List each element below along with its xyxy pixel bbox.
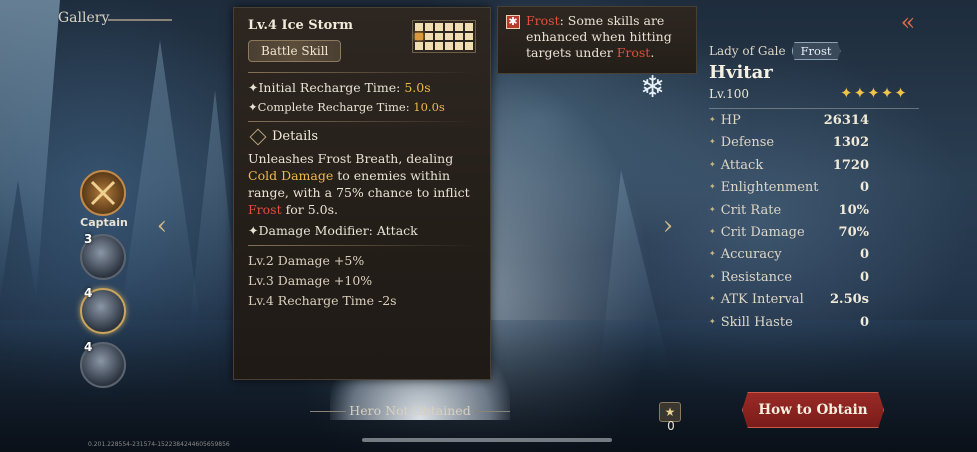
diamond-icon — [249, 128, 267, 145]
captain-label: Captain — [80, 216, 128, 229]
home-indicator[interactable] — [362, 438, 612, 442]
skill-detail-panel: Lv.4 Ice Storm Battle Skill ✦Initial Rec… — [233, 7, 491, 380]
character-count: 4 — [84, 340, 93, 354]
hero-stats: HP26314 Defense1302 Attack1720 Enlighten… — [709, 113, 869, 337]
frost-badge-icon: ✱ — [506, 15, 520, 29]
level-upgrades: Lv.2 Damage +5% Lv.3 Damage +10% Lv.4 Re… — [248, 253, 476, 308]
stat-row-crit-rate: Crit Rate10% — [709, 203, 869, 225]
divider — [248, 121, 476, 122]
character-portrait[interactable]: 3 — [80, 232, 126, 280]
rarity-stars: ✦✦✦✦✦ — [840, 84, 908, 102]
skill-type-badge: Battle Skill — [248, 40, 342, 62]
character-portrait[interactable]: 4 — [80, 340, 126, 388]
character-count: 4 — [84, 286, 93, 300]
level-upgrade: Lv.2 Damage +5% — [248, 253, 365, 268]
stat-row-atk-interval: ATK Interval2.50s — [709, 292, 869, 314]
next-hero-arrow-icon[interactable]: › — [654, 212, 682, 240]
crossed-swords-icon — [90, 180, 116, 206]
complete-recharge: ✦Complete Recharge Time: 10.0s — [248, 100, 445, 114]
previous-hero-arrow-icon[interactable]: ‹ — [148, 212, 176, 240]
captain-portrait[interactable] — [80, 170, 126, 216]
stat-row-skill-haste: Skill Haste0 — [709, 315, 869, 337]
stat-row-defense: Defense1302 — [709, 135, 869, 157]
ice-spike — [0, 0, 60, 300]
divider — [709, 108, 919, 109]
divider — [248, 245, 476, 246]
stat-row-enlightenment: Enlightenment0 — [709, 180, 869, 202]
initial-recharge: ✦Initial Recharge Time: 5.0s — [248, 80, 431, 95]
damage-modifier: ✦Damage Modifier: Attack — [248, 223, 418, 238]
debug-coordinates: 0.201.228554-231574-1522384244605659856 — [88, 441, 230, 448]
stat-row-accuracy: Accuracy0 — [709, 247, 869, 269]
skill-description: Unleashes Frost Breath, dealing Cold Dam… — [248, 151, 470, 217]
level-upgrade: Lv.4 Recharge Time -2s — [248, 293, 397, 308]
level-upgrade: Lv.3 Damage +10% — [248, 273, 373, 288]
element-tag: Frost — [791, 42, 841, 60]
stat-row-attack: Attack1720 — [709, 158, 869, 180]
details-header: Details — [248, 128, 476, 145]
hero-name: Hvitar — [709, 62, 773, 83]
gallery-title-text: Gallery — [58, 10, 110, 26]
stat-row-resistance: Resistance0 — [709, 270, 869, 292]
stat-row-crit-damage: Crit Damage70% — [709, 225, 869, 247]
title-ornament — [108, 19, 172, 21]
skill-range-grid — [412, 20, 476, 53]
gallery-title: Gallery — [22, 10, 172, 32]
ice-spike — [120, 40, 200, 320]
back-arrow-icon[interactable]: « — [893, 8, 923, 36]
frost-tooltip: ✱ Frost: Some skills are enhanced when h… — [497, 6, 697, 74]
hero-subtitle: Lady of Gale Frost — [709, 42, 841, 60]
character-portrait-selected[interactable]: 4 — [80, 286, 126, 334]
character-count: 3 — [84, 232, 93, 246]
star-count: 0 — [667, 419, 675, 433]
divider — [248, 72, 476, 73]
hero-level: Lv.100 — [709, 87, 750, 101]
snowflake-icon: ❄ — [640, 70, 666, 105]
details-title: Details — [272, 129, 319, 144]
hero-not-obtained: Hero Not Obtained — [310, 403, 510, 418]
stat-row-hp: HP26314 — [709, 113, 869, 135]
how-to-obtain-button[interactable]: How to Obtain — [742, 392, 884, 428]
